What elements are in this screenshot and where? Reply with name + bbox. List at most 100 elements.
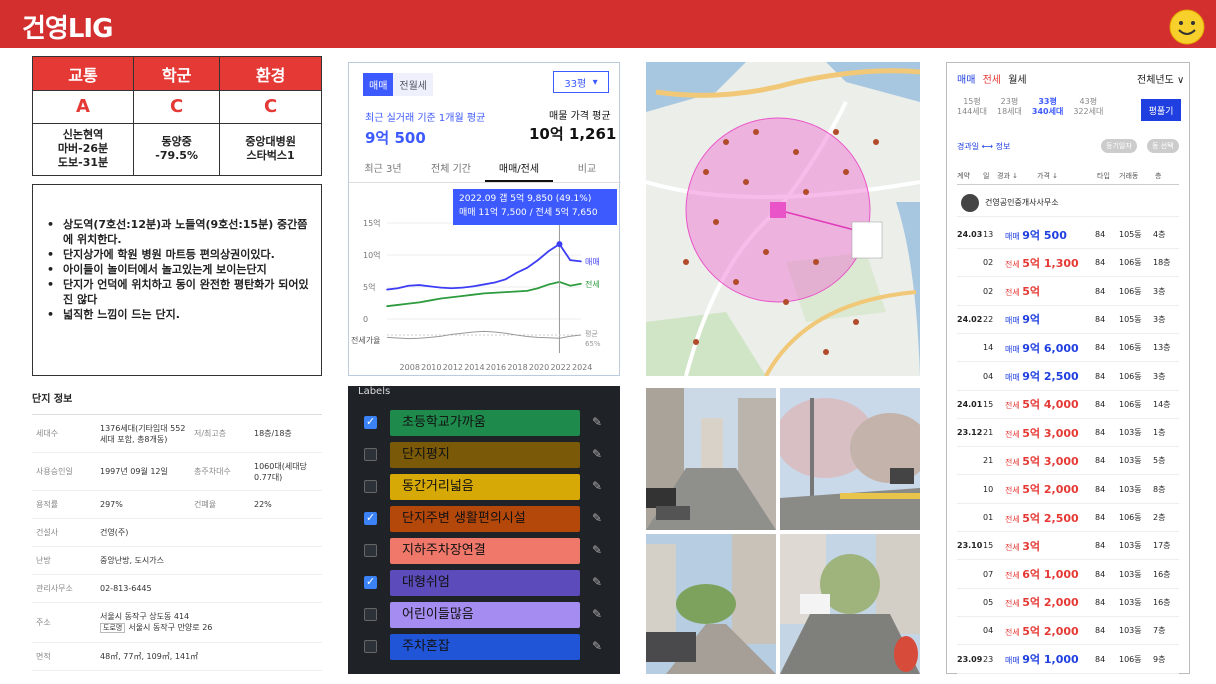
tx-amount: 5억 4,000 <box>1022 398 1079 412</box>
score-grade-school: C <box>133 90 221 124</box>
photo-street-1[interactable] <box>646 388 776 530</box>
year-filter[interactable]: 전체년도 ∨ <box>1137 71 1184 86</box>
label-checkbox[interactable] <box>364 544 377 557</box>
tx-tab-monthly[interactable]: 월세 <box>1008 75 1026 86</box>
pencil-icon[interactable]: ✎ <box>592 447 602 461</box>
tx-col-header[interactable]: 타입 <box>1097 171 1119 181</box>
label-checkbox[interactable] <box>364 415 377 429</box>
table-row[interactable]: 21 전세 5억 3,000 84 103동 5층 <box>957 447 1179 476</box>
pencil-icon[interactable]: ✎ <box>592 607 602 621</box>
table-row[interactable]: 10 전세 5억 2,000 84 103동 8층 <box>957 476 1179 504</box>
tx-price: 전세 5억 2,500 <box>1005 510 1095 526</box>
label-checkbox[interactable] <box>364 640 377 653</box>
tx-day: 21 <box>983 456 994 466</box>
label-chip[interactable]: 지하주차장연결 <box>390 538 580 564</box>
pyeong-select-value: 33평 <box>564 78 587 90</box>
tx-col-header[interactable]: 계약 <box>957 171 983 181</box>
table-row[interactable]: 24.01 15 전세 5억 4,000 84 106동 14층 <box>957 391 1179 419</box>
tx-kind: 매매 <box>1005 656 1020 665</box>
label-chip[interactable]: 어린이들많음 <box>390 602 580 628</box>
table-row[interactable]: 23.09 23 매매 9억 1,000 84 106동 9층 <box>957 646 1179 674</box>
pencil-icon[interactable]: ✎ <box>592 415 602 429</box>
series-point <box>429 299 431 302</box>
tx-type-tabs: 매매 전세 월세 <box>957 71 1031 86</box>
x-tick-label: 2020 <box>529 363 549 372</box>
table-row[interactable]: 24.03 13 매매 9억 500 84 105동 4층 <box>957 221 1179 249</box>
pyeong-select[interactable]: 33평 ▾ <box>553 71 609 93</box>
table-row[interactable]: 07 전세 6억 1,000 84 103동 16층 <box>957 561 1179 589</box>
series-point <box>472 285 475 288</box>
label-chip[interactable]: 대형쉬엄 <box>390 570 580 596</box>
photo-street-2[interactable] <box>780 388 920 530</box>
agent-name: 건영공인중개사사무소 <box>985 198 1059 207</box>
table-row[interactable]: 05 전세 5억 2,000 84 103동 16층 <box>957 589 1179 617</box>
label-checkbox[interactable] <box>364 575 377 589</box>
label-row: 주차혼잡 ✎ <box>348 634 620 660</box>
size-option[interactable]: 33평 340세대 <box>1032 97 1063 117</box>
pencil-icon[interactable]: ✎ <box>592 479 602 493</box>
table-row[interactable]: 24.02 22 매매 9억 84 105동 3층 <box>957 306 1179 334</box>
highlight-point <box>556 241 563 248</box>
map-panel[interactable] <box>646 62 920 376</box>
pencil-icon[interactable]: ✎ <box>592 511 602 525</box>
photo-street-4[interactable] <box>780 534 920 674</box>
tx-col-header[interactable]: 가격 ↓ <box>1037 171 1097 181</box>
table-row[interactable]: 23.12 21 전세 5억 3,000 84 103동 1층 <box>957 419 1179 448</box>
tx-col-header[interactable]: 일 <box>983 171 997 181</box>
score-info-line: 신논현역 <box>62 128 104 142</box>
tab-compare[interactable]: 비교 <box>553 159 621 182</box>
toggle-rent[interactable]: 전월세 <box>393 73 434 96</box>
registry-date-chip[interactable]: 등기일자 <box>1101 139 1137 153</box>
tab-sale-jeonse[interactable]: 매매/전세 <box>485 159 553 182</box>
pencil-icon[interactable]: ✎ <box>592 543 602 557</box>
table-row[interactable]: 02 전세 5억 1,300 84 106동 18층 <box>957 249 1179 278</box>
tx-tab-jeonse[interactable]: 전세 <box>983 75 1001 86</box>
tx-tab-sale[interactable]: 매매 <box>957 75 975 86</box>
tx-day: 23 <box>983 654 994 664</box>
toggle-sale[interactable]: 매매 <box>363 73 394 96</box>
tx-col-header[interactable]: 층 <box>1155 171 1175 181</box>
tab-recent-3y[interactable]: 최근 3년 <box>349 159 417 182</box>
tx-col-header[interactable]: 거래동 <box>1119 171 1155 181</box>
series-line-0 <box>386 242 582 291</box>
tx-type: 84 <box>1095 541 1106 551</box>
table-row[interactable]: 02 전세 5억 84 106동 3층 <box>957 278 1179 306</box>
table-row[interactable]: 04 매매 9억 2,500 84 106동 3층 <box>957 363 1179 391</box>
tab-all-period[interactable]: 전체 기간 <box>417 159 485 182</box>
table-row[interactable]: 23.10 15 전세 3억 84 103동 17층 <box>957 532 1179 561</box>
size-option[interactable]: 15평 144세대 <box>957 97 987 117</box>
size-option[interactable]: 23평 18세대 <box>997 97 1022 117</box>
smiley-icon[interactable] <box>1168 8 1206 46</box>
tx-amount: 5억 3,000 <box>1022 454 1079 468</box>
x-tick-label: 2018 <box>507 363 527 372</box>
agent-row[interactable]: 건영공인중개사사무소 <box>957 189 1179 217</box>
dong-select-chip[interactable]: 동 선택 <box>1147 139 1179 153</box>
pencil-icon[interactable]: ✎ <box>592 575 602 589</box>
info-value: 22% <box>254 500 272 509</box>
label-checkbox[interactable] <box>364 511 377 525</box>
label-checkbox[interactable] <box>364 480 377 493</box>
table-row[interactable]: 01 전세 5억 2,500 84 106동 2층 <box>957 504 1179 532</box>
table-row[interactable]: 04 전세 5억 2,000 84 103동 7층 <box>957 617 1179 646</box>
photo-street-3[interactable] <box>646 534 776 674</box>
tx-floor: 4층 <box>1153 230 1166 239</box>
label-chip[interactable]: 주차혼잡 <box>390 634 580 660</box>
tx-col-header[interactable]: 경과 ↓ <box>997 171 1037 181</box>
avatar <box>961 193 979 212</box>
label-chip[interactable]: 단지평지 <box>390 442 580 468</box>
label-chip[interactable]: 단지주변 생활편의시설 <box>390 506 580 532</box>
label-chip[interactable]: 동간거리넓음 <box>390 474 580 500</box>
pyeong-toggle-button[interactable]: 평풀기 <box>1141 99 1181 121</box>
tx-dong: 103동 <box>1119 597 1142 607</box>
label-chip[interactable]: 초등학교가까움 <box>390 410 580 436</box>
label-checkbox[interactable] <box>364 448 377 461</box>
pencil-icon[interactable]: ✎ <box>592 639 602 653</box>
series-point <box>418 284 421 286</box>
info-key: 면적 <box>36 652 51 661</box>
series-point <box>396 304 399 306</box>
table-row[interactable]: 14 매매 9억 6,000 84 106동 13층 <box>957 334 1179 363</box>
label-checkbox[interactable] <box>364 608 377 621</box>
score-info-line: 마버-26분 <box>57 142 109 156</box>
size-pyeong: 33평 <box>1038 97 1057 106</box>
size-option[interactable]: 43평 322세대 <box>1073 97 1103 117</box>
